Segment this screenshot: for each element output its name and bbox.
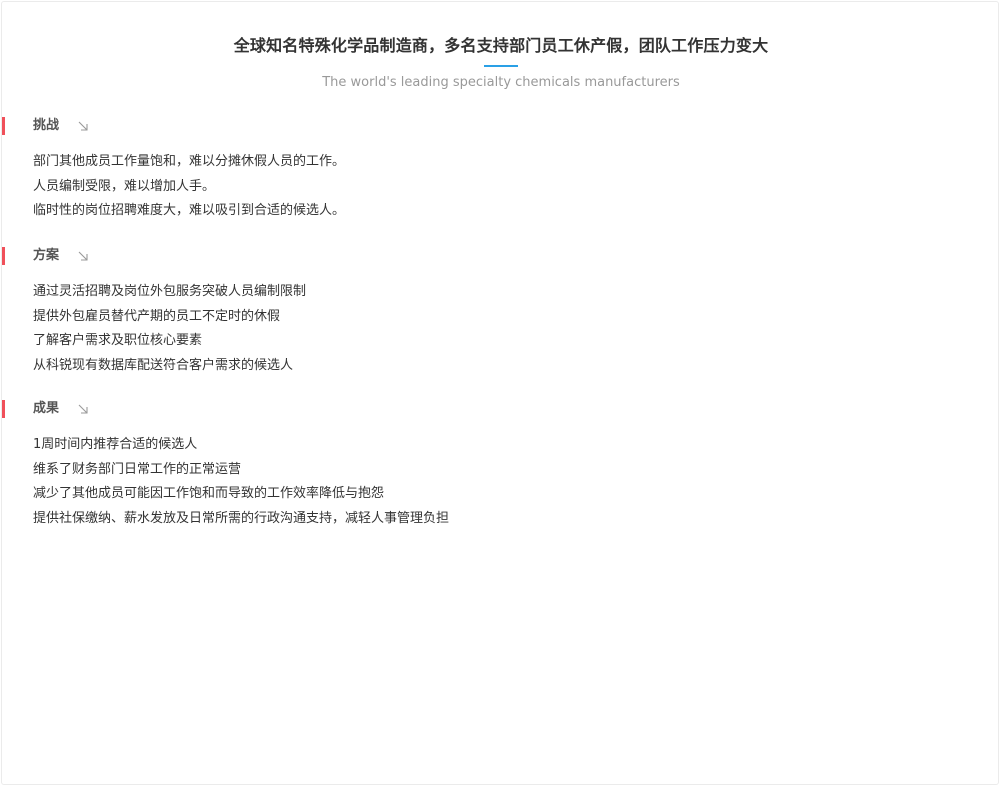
case-study-card: 全球知名特殊化学品制造商，多名支持部门员工休产假，团队工作压力变大 The wo… [1,1,999,785]
section-title: 挑战 [33,118,60,133]
list-item: 从科锐现有数据库配送符合客户需求的候选人 [33,357,294,373]
list-item: 通过灵活招聘及岗位外包服务突破人员编制限制 [33,284,307,299]
list-item: 减少了其他成员可能因工作饱和而导致的工作效率降低与抱怨 [33,486,385,501]
section-list: 1周时间内推荐合适的候选人 维系了财务部门日常工作的正常运营 减少了其他成员可能… [33,433,449,531]
arrow-down-right-icon [78,251,88,261]
section-header: 方案 [2,247,1000,265]
section-list: 部门其他成员工作量饱和，难以分摊休假人员的工作。 人员编制受限，难以增加人手。 … [33,150,345,224]
list-item: 部门其他成员工作量饱和，难以分摊休假人员的工作。 [33,154,346,169]
section-marker [2,400,5,418]
section-marker [2,247,5,265]
section-results: 成果 1周时间内推荐合适的候选人 维系了财务部门日常工作的正常运营 减少了其他成… [2,400,1000,526]
title-underline [484,65,518,67]
section-title: 方案 [33,248,60,263]
section-header: 挑战 [2,117,1000,135]
arrow-down-right-icon [78,121,88,131]
section-title: 成果 [33,401,60,416]
arrow-down-right-icon [78,404,88,414]
page-title: 全球知名特殊化学品制造商，多名支持部门员工休产假，团队工作压力变大 [233,36,769,55]
section-list: 通过灵活招聘及岗位外包服务突破人员编制限制 提供外包雇员替代产期的员工不定时的休… [33,280,306,378]
section-header: 成果 [2,400,1000,418]
section-solution: 方案 通过灵活招聘及岗位外包服务突破人员编制限制 提供外包雇员替代产期的员工不定… [2,247,1000,373]
list-item: 提供社保缴纳、薪水发放及日常所需的行政沟通支持，减轻人事管理负担 [33,510,450,526]
list-item: 了解客户需求及职位核心要素 [33,333,203,348]
list-item: 维系了财务部门日常工作的正常运营 [33,461,242,477]
list-item: 临时性的岗位招聘难度大，难以吸引到合适的候选人。 [33,203,346,218]
section-challenge: 挑战 部门其他成员工作量饱和，难以分摊休假人员的工作。 人员编制受限，难以增加人… [2,117,1000,218]
list-item: 1周时间内推荐合适的候选人 [33,437,198,452]
list-item: 提供外包雇员替代产期的员工不定时的休假 [33,308,281,324]
list-item: 人员编制受限，难以增加人手。 [33,178,216,194]
section-marker [2,117,5,135]
page-subtitle: The world's leading specialty chemicals … [322,75,680,90]
